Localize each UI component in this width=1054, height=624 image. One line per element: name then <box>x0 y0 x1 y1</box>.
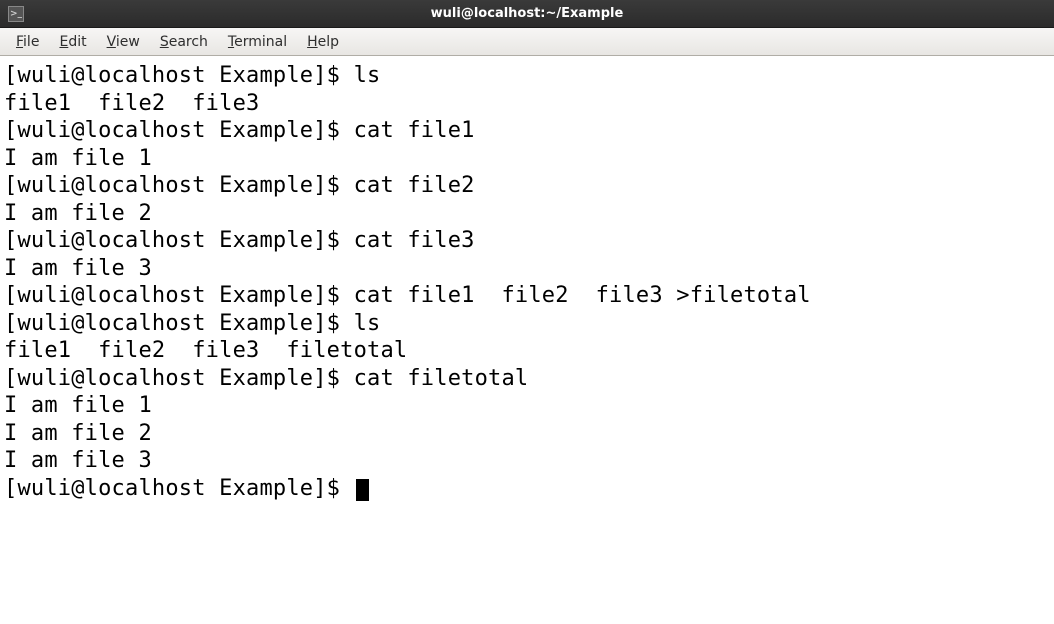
terminal-output-line: file1 file2 file3 filetotal <box>4 337 1050 365</box>
terminal-command-line: [wuli@localhost Example]$ cat file1 file… <box>4 282 1050 310</box>
terminal-app-icon: >_ <box>8 6 24 22</box>
terminal-command-line: [wuli@localhost Example]$ cat file3 <box>4 227 1050 255</box>
menu-help[interactable]: Help <box>297 31 349 53</box>
terminal-output-line: I am file 3 <box>4 447 1050 475</box>
terminal-output-line: I am file 3 <box>4 255 1050 283</box>
terminal-viewport[interactable]: [wuli@localhost Example]$ lsfile1 file2 … <box>0 56 1054 506</box>
menubar: File Edit View Search Terminal Help <box>0 28 1054 56</box>
window-titlebar: >_ wuli@localhost:~/Example <box>0 0 1054 28</box>
menu-file[interactable]: File <box>6 31 49 53</box>
terminal-output-line: I am file 1 <box>4 145 1050 173</box>
terminal-cursor <box>356 479 369 501</box>
terminal-output-line: I am file 2 <box>4 420 1050 448</box>
menu-terminal[interactable]: Terminal <box>218 31 297 53</box>
terminal-command-line: [wuli@localhost Example]$ cat file1 <box>4 117 1050 145</box>
window-title: wuli@localhost:~/Example <box>0 6 1054 21</box>
terminal-command-line: [wuli@localhost Example]$ ls <box>4 62 1050 90</box>
terminal-prompt-line: [wuli@localhost Example]$ <box>4 475 1050 503</box>
terminal-output-line: I am file 2 <box>4 200 1050 228</box>
menu-view[interactable]: View <box>97 31 150 53</box>
menu-search[interactable]: Search <box>150 31 218 53</box>
menu-edit[interactable]: Edit <box>49 31 96 53</box>
terminal-command-line: [wuli@localhost Example]$ cat filetotal <box>4 365 1050 393</box>
terminal-output-line: I am file 1 <box>4 392 1050 420</box>
terminal-output-line: file1 file2 file3 <box>4 90 1050 118</box>
terminal-command-line: [wuli@localhost Example]$ ls <box>4 310 1050 338</box>
terminal-command-line: [wuli@localhost Example]$ cat file2 <box>4 172 1050 200</box>
